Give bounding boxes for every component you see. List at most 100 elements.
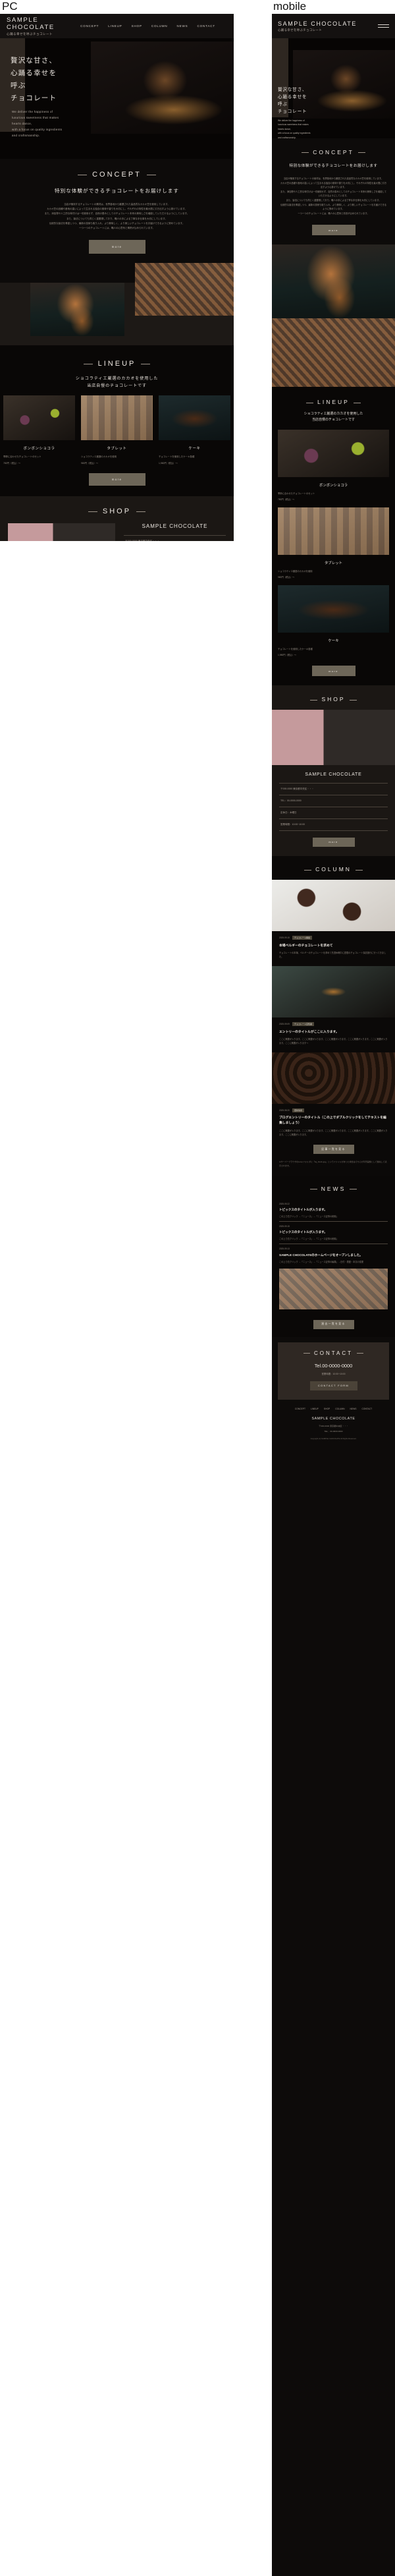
lineup-card[interactable]: ボンボンショコラ 季節に合わせたチョコレートのセット 780円（税込）〜 (3, 395, 75, 465)
concept-more-button[interactable]: more (88, 240, 145, 254)
mobile-brand[interactable]: SAMPLE CHOCOLATE 心踊る幸せを呼ぶチョコレート (278, 20, 357, 32)
column-date: 2025.09.15 (279, 936, 290, 940)
concept-more-label: more (329, 228, 338, 232)
pc-shop-section: SHOP SAMPLE CHOCOLATE 〒000-0000 東京都中央区・・… (0, 496, 234, 541)
concept-body: 当店が使用するチョコレートの素材は、世界各地から厳選された高品質なカカオ豆を使用… (0, 202, 234, 231)
column-title: COLUMN (315, 866, 352, 873)
column-card-title[interactable]: エントリーのタイトルがここに入ります。 (279, 1029, 388, 1034)
concept-lead-text: 特別な体験ができるチョコレートをお届けします (289, 164, 378, 168)
footer-nav-lineup[interactable]: LINEUP (311, 1408, 319, 1410)
shop-row: TEL：00-0000-0000 (279, 795, 388, 807)
pc-hero: 贅沢な甘さ、 心踊る幸せを 呼ぶ チョコレート We deliver the h… (0, 38, 234, 159)
lineup-card[interactable]: ケーキ チョコレートを使用したケーキ各種 1,980円（税込）〜 (272, 585, 395, 663)
nav-item-column[interactable]: COLUMN (151, 24, 168, 28)
nav-item-news[interactable]: NEWS (177, 24, 188, 28)
mobile-news-section: NEWS 2025.09.22 トピックスのタイトルが入ります。 この上で右クリ… (272, 1176, 395, 1337)
lineup-more-button[interactable]: more (311, 666, 356, 677)
column-card-title[interactable]: ブログエントリーのタイトル（この上でダブルクリックをしてテキストを編集しましょう… (279, 1116, 388, 1126)
lineup-card[interactable]: タブレット ショコラティエ厳選のカカオを使用 980円（税込）〜 (272, 507, 395, 585)
concept-more-button[interactable]: more (311, 225, 356, 236)
shop-name: SAMPLE CHOCOLATE (305, 772, 362, 778)
lineup-title: LINEUP (97, 360, 136, 368)
contact-tel[interactable]: Tel.00-0000-0000 (278, 1363, 389, 1369)
concept-image-pour (272, 244, 395, 319)
column-card-title[interactable]: 本場ベルギーのチョコレートを求めて (279, 943, 388, 948)
shop-row-text: 〒000-0000 東京都中央区・・・ (125, 540, 159, 541)
footer-address: 〒000-0000 東京都中央区・・・ (319, 1424, 348, 1427)
hamburger-icon[interactable] (378, 22, 389, 30)
footer-nav-column[interactable]: COLUMN (335, 1408, 344, 1410)
contact-hours: 営業時間：10:00~10:00 (321, 1372, 346, 1375)
news-item[interactable]: 2025.09.22 トピックスのタイトルが入ります。 この上で右クリック →「… (279, 1199, 388, 1221)
concept-title-wrap: CONCEPT (272, 149, 395, 156)
column-card-body: チョコレートの本場、ベルギーのチョコレートを求めて先週休暇中に週間のチョコレート… (279, 952, 386, 959)
hero-line-1: 贅沢な甘さ、 (278, 88, 307, 92)
nav-item-shop[interactable]: SHOP (132, 24, 142, 28)
lineup-card[interactable]: タブレット ショコラティエ厳選のカカオを使用 980円（税込）〜 (81, 395, 153, 465)
footer-brand: SAMPLE CHOCOLATE (311, 1416, 356, 1421)
shop-title: SHOP (102, 507, 132, 516)
title-dash-left (310, 699, 318, 701)
column-tag[interactable]: 更新情報 (292, 1108, 304, 1113)
news-more-button[interactable]: 過去一覧を見る (313, 1319, 354, 1329)
news-item-body: この上で右クリック →「ニュース」→「ニュース記事の編集」→日付・表題・本文の変… (279, 1260, 364, 1263)
lineup-lead: ショコラティエ厳選のカカオを使用した 当店自慢のチョコレートです (272, 411, 395, 423)
column-card[interactable]: 2025.09.15 チョコレート解説 本場ベルギーのチョコレートを求めて チョ… (272, 880, 395, 959)
column-card[interactable]: 2025.08.20 更新情報 ブログエントリーのタイトル（この上でダブルクリッ… (272, 1052, 395, 1137)
column-image-1 (272, 880, 395, 932)
lineup-image-cake (159, 395, 230, 441)
pc-brand[interactable]: SAMPLE CHOCOLATE 心踊る幸せを呼ぶチョコレート (7, 16, 80, 36)
concept-body-line: また、製法についても同じく重要視しており、職人の手による丁寧な手仕事を大切にして… (286, 198, 381, 202)
column-more-button[interactable]: 記事一覧を見る (313, 1145, 354, 1155)
lineup-more-label: more (329, 669, 338, 673)
column-tag[interactable]: チョコレート豆知識 (292, 1022, 314, 1027)
nav-item-concept[interactable]: CONCEPT (80, 24, 99, 28)
title-dash-right (349, 699, 357, 701)
news-title-wrap: NEWS (272, 1186, 395, 1192)
footer-nav-shop[interactable]: SHOP (324, 1408, 330, 1410)
nav-item-lineup[interactable]: LINEUP (108, 24, 122, 28)
lineup-more-button[interactable]: more (88, 473, 145, 486)
footer-nav-contact[interactable]: CONTACT (361, 1408, 372, 1410)
concept-more-label: more (111, 245, 122, 249)
hero-line-2: 心踊る幸せを (11, 69, 57, 77)
contact-form-button[interactable]: CONTACT FORM (309, 1381, 357, 1390)
lineup-list: ボンボンショコラ 季節に合わせたチョコレートのセット 780円（税込）〜 タブレ… (272, 430, 395, 663)
hero-image (91, 42, 234, 134)
concept-lead: 特別な体験ができるチョコレートをお届けします (55, 188, 179, 194)
pc-preview: SAMPLE CHOCOLATE 心踊る幸せを呼ぶチョコレート CONCEPT … (0, 14, 234, 541)
footer-nav-news[interactable]: NEWS (350, 1408, 357, 1410)
lineup-card-price: 980円（税込）〜 (81, 462, 99, 465)
hero-sub-4: with a focus on quality ingredients (12, 128, 63, 131)
contact-form-label: CONTACT FORM (317, 1384, 350, 1387)
news-item-title: SAMPLE CHOCOLATEのホームページをオープンしました。 (279, 1253, 363, 1257)
title-dash-right (357, 152, 365, 154)
news-item[interactable]: 2025.09.15 トピックスのタイトルが入ります。 この上で右クリック →「… (279, 1222, 388, 1244)
column-more-label: 記事一覧を見る (321, 1147, 346, 1151)
lineup-image-tablet (81, 395, 153, 441)
contact-title-wrap: CONTACT (278, 1350, 389, 1356)
title-dash-left (302, 152, 309, 154)
shop-more-button[interactable]: more (312, 838, 355, 847)
news-item[interactable]: 2025.09.13 SAMPLE CHOCOLATEのホームページをオープンし… (279, 1244, 388, 1313)
pc-nav: CONCEPT LINEUP SHOP COLUMN NEWS CONTACT (80, 24, 215, 28)
lineup-title-wrap: LINEUP (272, 399, 395, 405)
mobile-hero: 贅沢な甘さ、 心踊る幸せを 呼ぶ チョコレート We deliver the h… (272, 38, 395, 139)
lineup-image-bonbon (278, 430, 389, 478)
shop-title-wrap: SHOP (0, 507, 234, 515)
lineup-card-name: ボンボンショコラ (319, 484, 348, 488)
hero-sub-1: We deliver the happiness of (12, 110, 53, 113)
footer-nav-concept[interactable]: CONCEPT (295, 1408, 305, 1410)
shop-more-label: more (329, 841, 338, 844)
concept-title: CONCEPT (92, 171, 142, 179)
news-item-body: この上で右クリック →「ニュース」→「ニュース記事の削除」 (279, 1215, 338, 1218)
lineup-card[interactable]: ボンボンショコラ 季節に合わせたチョコレートのセット 780円（税込）〜 (272, 430, 395, 507)
column-image-2 (272, 966, 395, 1018)
nav-item-contact[interactable]: CONTACT (198, 24, 215, 28)
column-tag[interactable]: チョコレート解説 (292, 936, 312, 940)
column-card[interactable]: 2025.09.09 チョコレート豆知識 エントリーのタイトルがここに入ります。… (272, 966, 395, 1045)
lineup-card-name: タブレット (325, 561, 342, 566)
lineup-card[interactable]: ケーキ チョコレートを使用したケーキ各種 1,980円（税込）〜 (159, 395, 230, 465)
concept-body-line: 伝統的な製法を尊重しつつ、最新の技術も取り入れ、より美味しく、より美しいチョコレ… (280, 203, 387, 211)
hero-sub-2: luxurious sweetness that makes (12, 116, 59, 119)
